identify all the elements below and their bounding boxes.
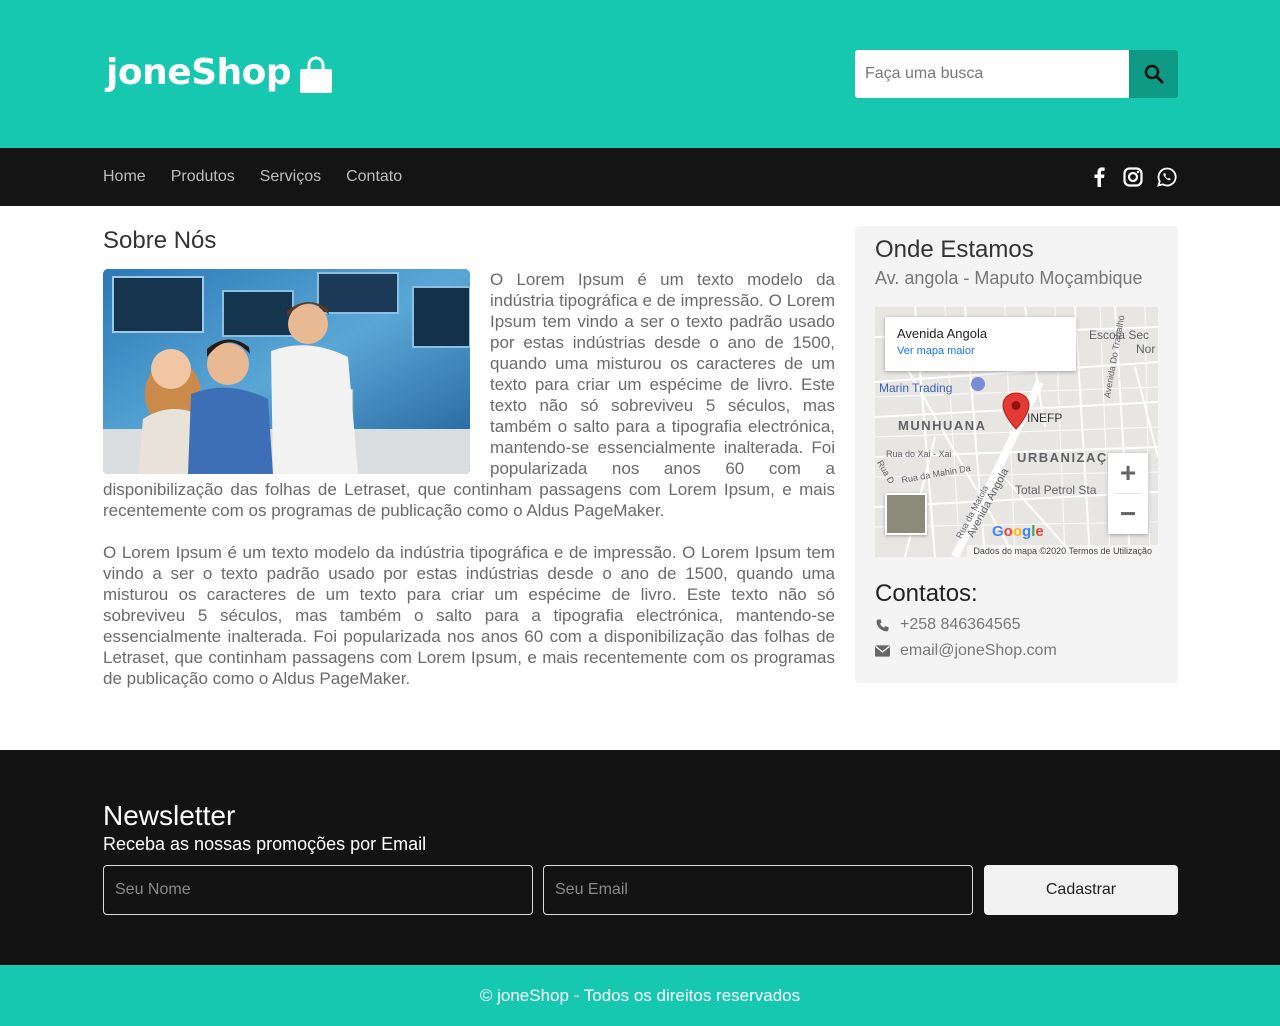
map-label: Nor [1136,342,1156,356]
search-button[interactable] [1129,50,1178,98]
logo[interactable]: joneShop [106,52,333,93]
contact-phone-text: +258 846364565 [900,616,1021,633]
about-paragraph: O Lorem Ipsum é um texto modelo da indús… [103,543,835,688]
map-label: INEFP [1027,411,1063,425]
social-links [1088,148,1178,206]
zoom-in-button[interactable]: + [1108,453,1148,493]
location-address: Av. angola - Maputo Moçambique [875,268,1143,288]
nav-link-servicos[interactable]: Serviços [260,168,321,186]
map-info-card: Avenida Angola Ver mapa maior [885,317,1076,371]
main-content: Sobre Nós O Lorem Ipsum é um texto model… [0,206,1280,750]
map-label: MUNHUANA [898,418,987,433]
search-bar [855,50,1178,98]
about-photo [103,269,470,474]
contact-phone: +258 846364565 [875,616,1158,634]
envelope-icon [875,645,890,657]
nav-link-contato[interactable]: Contato [346,168,402,186]
map-place-name: Avenida Angola [897,326,988,341]
map-attribution[interactable]: Dados do mapa ©2020 Termos de Utilização [967,545,1158,557]
map-pin-icon [1002,392,1030,430]
about-title: Sobre Nós [103,227,217,254]
location-panel: Onde Estamos Av. angola - Maputo Moçambi… [855,226,1178,683]
logo-text: joneShop [106,52,292,93]
zoom-out-button[interactable]: − [1108,494,1148,534]
about-section: O Lorem Ipsum é um texto modelo da indús… [103,269,835,689]
facebook-icon[interactable] [1088,166,1110,188]
contact-email-text: email@joneShop.com [900,642,1057,659]
contacts-title: Contatos: [875,580,978,607]
nav-link-home[interactable]: Home [103,168,146,186]
site-header: joneShop [0,0,1280,148]
search-icon [1144,64,1163,84]
embedded-map[interactable]: Escola Sec Nor Marin Trading INEFP MUNHU… [875,307,1158,557]
search-input[interactable] [855,50,1129,98]
site-footer: © joneShop - Todos os direitos reservado… [0,965,1280,1026]
contact-email: email@joneShop.com [875,642,1158,660]
google-logo: Google [992,523,1044,540]
newsletter-name-input[interactable] [103,865,533,915]
map-label: Marin Trading [879,381,953,395]
nav-links: Home Produtos Serviços Contato [103,148,402,206]
nav-link-produtos[interactable]: Produtos [171,168,235,186]
newsletter-subtitle: Receba as nossas promoções por Email [103,834,427,854]
footer-copyright: © joneShop - Todos os direitos reservado… [479,985,801,1005]
larger-map-link[interactable]: Ver mapa maior [897,345,1064,357]
map-label: URBANIZAÇ [1017,450,1108,465]
phone-icon [875,619,890,632]
shopping-bag-icon [300,56,333,93]
location-title: Onde Estamos [875,236,1034,263]
map-label: Total Petrol Sta [1015,483,1097,497]
instagram-icon[interactable] [1122,166,1144,188]
newsletter-title: Newsletter [103,800,236,831]
map-zoom-controls: + − [1108,453,1148,534]
newsletter-section: Newsletter Receba as nossas promoções po… [0,750,1280,965]
map-label: Rua do Xai - Xai [886,449,952,459]
main-nav: Home Produtos Serviços Contato [0,148,1280,206]
satellite-toggle[interactable] [885,493,927,535]
newsletter-submit-button[interactable]: Cadastrar [984,865,1178,915]
newsletter-email-input[interactable] [543,865,973,915]
whatsapp-icon[interactable] [1156,166,1178,188]
